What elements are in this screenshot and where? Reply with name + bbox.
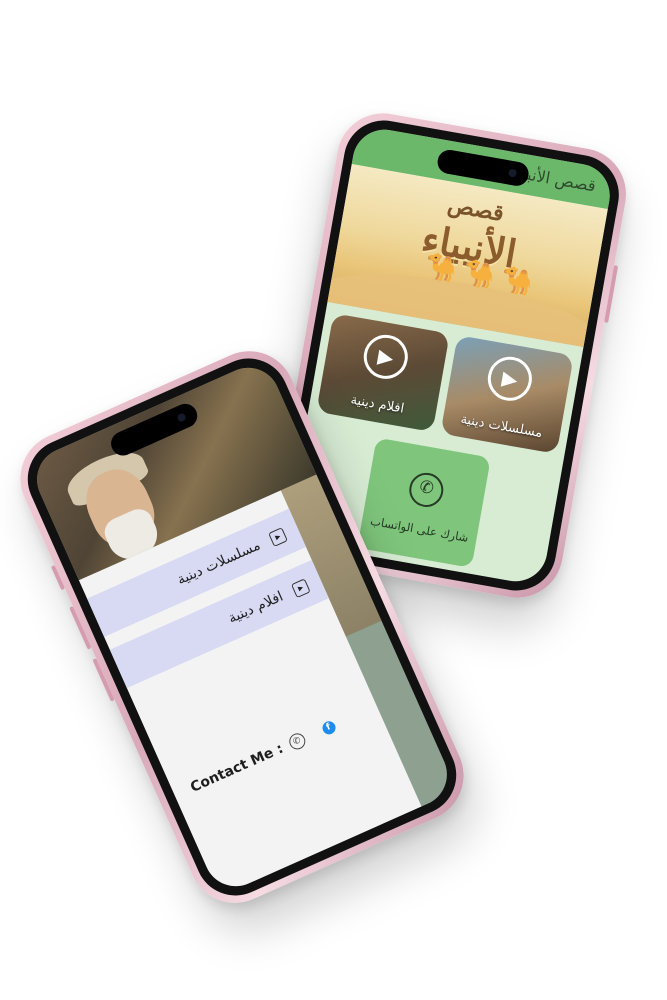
video-icon: ▸ bbox=[290, 577, 311, 598]
share-label: شارك على الواتساب bbox=[369, 513, 470, 545]
card-religious-series[interactable]: ▶ مسلسلات دينية bbox=[440, 335, 574, 454]
share-whatsapp-button[interactable]: شارك على الواتساب bbox=[357, 437, 491, 568]
contact-label: Contact Me : bbox=[188, 740, 286, 796]
whatsapp-icon bbox=[406, 470, 446, 510]
card-label: مسلسلات دينية bbox=[459, 411, 544, 442]
whatsapp-icon[interactable]: ✆ bbox=[286, 730, 308, 753]
play-icon: ▶ bbox=[484, 353, 536, 405]
drawer-item-label: مسلسلات دينية bbox=[174, 537, 263, 589]
facebook-icon[interactable]: f bbox=[320, 718, 338, 737]
drawer-item-label: افلام دينية bbox=[226, 588, 286, 627]
video-icon: ▸ bbox=[267, 526, 288, 547]
card-label: افلام دينية bbox=[349, 392, 406, 417]
contact-row: Contact Me : ✆ f bbox=[188, 718, 338, 796]
card-religious-movies[interactable]: ▶ افلام دينية bbox=[316, 313, 450, 433]
power-button bbox=[604, 265, 619, 323]
play-icon: ▶ bbox=[360, 331, 412, 383]
